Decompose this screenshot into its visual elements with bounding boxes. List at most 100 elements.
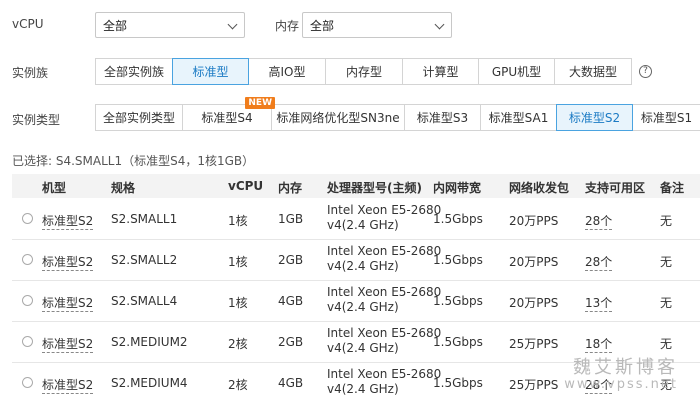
row-pps: 20万PPS <box>509 214 559 228</box>
header-pps: 网络收发包 <box>509 181 570 195</box>
family-option-high-io[interactable]: 高IO型 <box>249 59 326 84</box>
type-label: 实例类型 <box>12 113 61 127</box>
row-spec: S2.MEDIUM4 <box>111 376 188 390</box>
row-processor-model: Intel Xeon E5-2680 <box>327 367 442 381</box>
radio-button-icon[interactable] <box>22 213 33 224</box>
table-row[interactable]: 标准型S2 S2.SMALL1 1核 1GB Intel Xeon E5-2680 v4(… <box>12 198 700 240</box>
row-model[interactable]: 标准型S2 <box>42 335 94 353</box>
row-spec: S2.SMALL4 <box>111 294 178 308</box>
row-vcpu: 2核 <box>228 337 248 351</box>
type-option-s1[interactable]: 标准型S1 <box>633 105 700 130</box>
header-note: 备注 <box>660 181 685 195</box>
row-model[interactable]: 标准型S2 <box>42 253 94 271</box>
type-option-sa1[interactable]: 标准型SA1 <box>481 105 557 130</box>
memory-select[interactable]: 全部 <box>302 12 452 38</box>
row-processor-frequency: v4(2.4 GHz) <box>327 382 399 396</box>
radio-button-icon[interactable] <box>22 336 33 347</box>
row-bandwidth: 1.5Gbps <box>433 335 483 349</box>
header-memory: 内存 <box>278 181 303 195</box>
header-bandwidth: 内网带宽 <box>433 181 482 195</box>
radio-button-icon[interactable] <box>22 377 33 388</box>
type-option-all[interactable]: 全部实例类型 <box>96 105 183 130</box>
table-row[interactable]: 标准型S2 S2.SMALL2 1核 2GB Intel Xeon E5-2680 v4(… <box>12 239 700 281</box>
row-note: 无 <box>660 337 673 351</box>
row-zones-link[interactable]: 28个 <box>585 212 613 230</box>
row-zones-link[interactable]: 18个 <box>585 335 613 353</box>
row-processor: Intel Xeon E5-2680 v4(2.4 GHz) <box>327 367 441 397</box>
row-model[interactable]: 标准型S2 <box>42 212 94 230</box>
row-processor-model: Intel Xeon E5-2680 <box>327 244 442 258</box>
row-pps: 20万PPS <box>509 255 559 269</box>
family-option-memory[interactable]: 内存型 <box>326 59 403 84</box>
row-vcpu: 1核 <box>228 296 248 310</box>
table-row[interactable]: 标准型S2 S2.SMALL4 1核 4GB Intel Xeon E5-2680 v4(… <box>12 280 700 322</box>
type-option-s4-label: 标准型S4 <box>201 111 253 125</box>
row-processor-frequency: v4(2.4 GHz) <box>327 341 399 355</box>
table-header: 机型 规格 vCPU 内存 处理器型号(主频) 内网带宽 网络收发包 支持可用区… <box>12 174 700 198</box>
row-spec: S2.SMALL2 <box>111 253 178 267</box>
row-processor-frequency: v4(2.4 GHz) <box>327 218 399 232</box>
family-option-all[interactable]: 全部实例族 <box>96 59 173 84</box>
vcpu-select[interactable]: 全部 <box>95 12 245 38</box>
row-spec: S2.MEDIUM2 <box>111 335 188 349</box>
row-vcpu: 2核 <box>228 378 248 392</box>
header-zones: 支持可用区 <box>585 181 646 195</box>
family-option-gpu[interactable]: GPU机型 <box>479 59 555 84</box>
selected-instance-info: 已选择: S4.SMALL1（标准型S4，1核1GB） <box>12 154 255 168</box>
row-processor: Intel Xeon E5-2680 v4(2.4 GHz) <box>327 285 441 315</box>
family-segmented-control: 全部实例族 标准型 高IO型 内存型 计算型 GPU机型 大数据型 <box>95 58 632 85</box>
row-note: 无 <box>660 296 673 310</box>
new-badge: NEW <box>245 97 275 109</box>
watermark-url: www.vpss.net <box>564 377 678 392</box>
header-spec: 规格 <box>111 181 136 195</box>
row-pps: 25万PPS <box>509 337 559 351</box>
family-option-bigdata[interactable]: 大数据型 <box>555 59 631 84</box>
row-pps: 25万PPS <box>509 378 559 392</box>
memory-select-value: 全部 <box>310 18 335 33</box>
row-processor-frequency: v4(2.4 GHz) <box>327 300 399 314</box>
chevron-down-icon <box>434 19 445 30</box>
header-vcpu: vCPU <box>228 179 264 193</box>
watermark-name: 魏艾斯博客 <box>573 357 678 378</box>
watermark: 魏艾斯博客 www.vpss.net <box>564 353 678 392</box>
radio-button-icon[interactable] <box>22 295 33 306</box>
row-memory: 4GB <box>278 294 304 308</box>
row-memory: 1GB <box>278 212 304 226</box>
row-processor: Intel Xeon E5-2680 v4(2.4 GHz) <box>327 244 441 274</box>
row-bandwidth: 1.5Gbps <box>433 212 483 226</box>
row-zones-link[interactable]: 13个 <box>585 294 613 312</box>
type-option-sn3ne[interactable]: 标准网络优化型SN3ne <box>272 105 405 130</box>
radio-button-icon[interactable] <box>22 254 33 265</box>
row-bandwidth: 1.5Gbps <box>433 253 483 267</box>
row-vcpu: 1核 <box>228 214 248 228</box>
type-option-s4[interactable]: 标准型S4 NEW <box>183 97 275 130</box>
row-memory: 2GB <box>278 253 304 267</box>
row-spec: S2.SMALL1 <box>111 212 178 226</box>
family-label: 实例族 <box>12 66 49 80</box>
row-memory: 4GB <box>278 376 304 390</box>
row-note: 无 <box>660 255 673 269</box>
row-pps: 20万PPS <box>509 296 559 310</box>
row-vcpu: 1核 <box>228 255 248 269</box>
row-note: 无 <box>660 214 673 228</box>
header-model: 机型 <box>42 181 67 195</box>
row-processor: Intel Xeon E5-2680 v4(2.4 GHz) <box>327 203 441 233</box>
row-model[interactable]: 标准型S2 <box>42 294 94 312</box>
help-circle-icon[interactable]: ? <box>639 65 652 78</box>
row-processor-model: Intel Xeon E5-2680 <box>327 285 442 299</box>
row-bandwidth: 1.5Gbps <box>433 376 483 390</box>
row-processor-model: Intel Xeon E5-2680 <box>327 326 442 340</box>
family-option-compute[interactable]: 计算型 <box>403 59 479 84</box>
row-model[interactable]: 标准型S2 <box>42 376 94 394</box>
type-segmented-control: 全部实例类型 标准型S4 NEW 标准网络优化型SN3ne 标准型S3 标准型S… <box>95 97 700 131</box>
type-option-s3[interactable]: 标准型S3 <box>405 105 481 130</box>
row-bandwidth: 1.5Gbps <box>433 294 483 308</box>
memory-label: 内存 <box>275 19 300 33</box>
chevron-down-icon <box>227 19 238 30</box>
row-processor-frequency: v4(2.4 GHz) <box>327 259 399 273</box>
header-processor: 处理器型号(主频) <box>327 181 422 195</box>
family-option-standard[interactable]: 标准型 <box>172 58 249 85</box>
row-zones-link[interactable]: 28个 <box>585 253 613 271</box>
type-option-s2[interactable]: 标准型S2 <box>556 104 633 131</box>
row-memory: 2GB <box>278 335 304 349</box>
